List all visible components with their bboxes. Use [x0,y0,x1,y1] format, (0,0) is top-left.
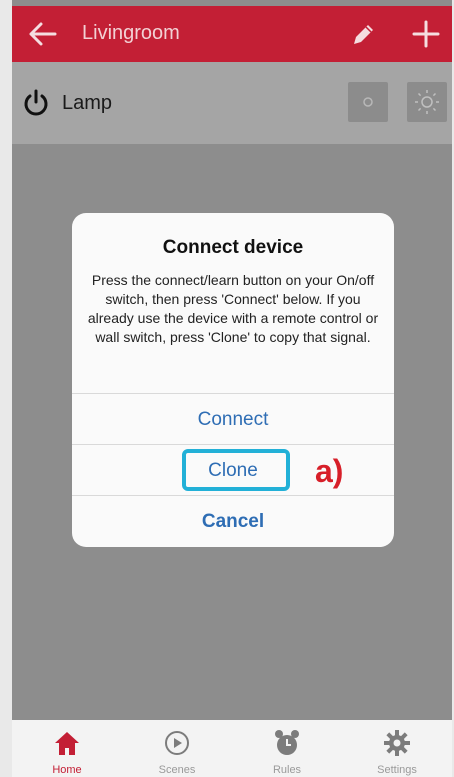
gear-icon [384,730,410,756]
tab-settings[interactable]: Settings [342,720,452,777]
tab-rules[interactable]: Rules [232,720,342,777]
dialog-message: Press the connect/learn button on your O… [87,272,379,345]
tab-home[interactable]: Home [12,720,122,777]
tab-label: Rules [272,764,302,776]
device-row[interactable]: Lamp [12,62,452,144]
alarm-clock-icon [275,730,299,755]
sun-icon [415,90,439,114]
tab-label: Home [52,764,82,776]
tab-scenes[interactable]: Scenes [122,720,232,777]
room-title: Livingroom [82,22,180,44]
cancel-button[interactable]: Cancel [72,495,394,547]
home-icon [55,732,79,755]
power-icon[interactable] [22,89,50,117]
bottom-tab-bar: Home Scenes Rules Settings [12,720,452,777]
arrow-left-icon[interactable] [28,20,58,48]
annotation-label: a) [315,453,344,489]
play-icon [165,731,189,755]
dialog-title: Connect device [162,237,304,258]
app-screen: Livingroom Lamp Connect device Press the… [12,0,452,777]
tab-label: Settings [377,764,417,776]
circle-icon [363,97,373,107]
top-app-bar: Livingroom [12,6,452,62]
device-name: Lamp [62,92,113,114]
tab-label: Scenes [158,764,196,776]
clone-highlight-box [182,449,290,491]
on-button[interactable] [407,82,447,122]
connect-device-dialog: Connect device Press the connect/learn b… [72,213,394,547]
pencil-icon[interactable] [350,22,376,48]
off-button[interactable] [348,82,388,122]
plus-icon[interactable] [412,20,440,48]
connect-button[interactable]: Connect [72,393,394,445]
